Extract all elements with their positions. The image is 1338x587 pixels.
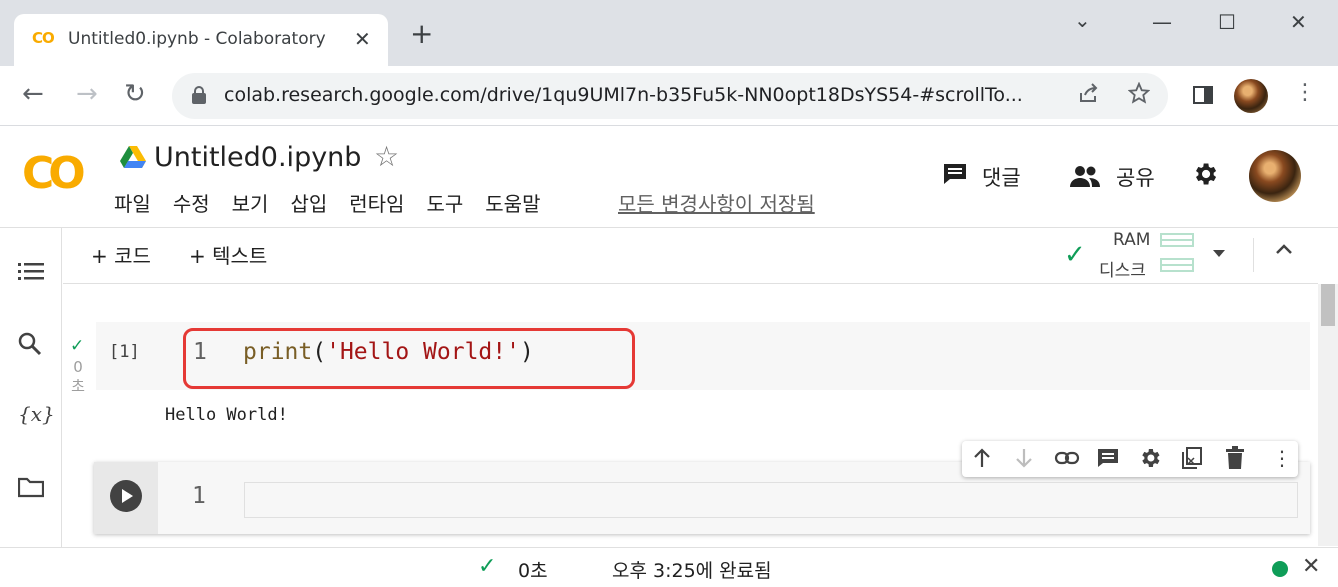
menu-bar: 파일 수정 보기 삽입 런타임 도구 도움말 [114, 188, 562, 217]
variables-icon[interactable]: {x} [18, 402, 55, 426]
execution-time: 0초 [71, 358, 85, 395]
menu-help[interactable]: 도움말 [485, 188, 540, 217]
minimize-button[interactable]: — [1152, 10, 1172, 34]
delete-trash-icon[interactable] [1224, 446, 1246, 475]
table-of-contents-icon[interactable] [18, 260, 44, 288]
status-bar: ✓ 0초 오후 3:25에 완료됨 ✕ [0, 547, 1338, 587]
comment-icon[interactable] [942, 162, 968, 193]
browser-toolbar: ← → ↻ colab.research.google.com/drive/1q… [0, 66, 1338, 126]
files-folder-icon[interactable] [17, 476, 45, 504]
cell-settings-icon[interactable] [1138, 446, 1162, 475]
menu-file[interactable]: 파일 [114, 188, 151, 217]
colab-logo[interactable]: CO [22, 148, 86, 199]
lock-icon[interactable] [192, 86, 206, 104]
code-editor[interactable] [244, 482, 1298, 518]
menu-insert[interactable]: 삽입 [290, 188, 327, 217]
bookmark-star-icon[interactable] [1127, 81, 1151, 110]
menu-runtime[interactable]: 런타임 [349, 188, 404, 217]
side-panel-icon[interactable] [1192, 84, 1214, 112]
ram-label[interactable]: RAM [1113, 230, 1150, 250]
add-text-cell-button[interactable]: + 텍스트 [189, 240, 267, 269]
google-drive-icon[interactable] [120, 146, 146, 168]
status-close-icon[interactable]: ✕ [1302, 554, 1320, 579]
colab-favicon-icon: CO [32, 29, 55, 47]
execution-success-icon: ✓ [70, 336, 85, 356]
tab-search-dropdown-icon[interactable]: ⌄ [1074, 8, 1091, 32]
browser-tab-strip: CO Untitled0.ipynb - Colaboratory ✕ + ⌄ … [0, 0, 1338, 66]
cell-toolbar: ⋮ [962, 441, 1298, 477]
runtime-dropdown-icon[interactable] [1213, 250, 1225, 257]
url-text[interactable]: colab.research.google.com/drive/1qu9UMl7… [224, 84, 1023, 106]
notebook-toolbar: + 코드 + 텍스트 ✓ RAM 디스크 [63, 228, 1318, 284]
scrollbar-thumb[interactable] [1321, 284, 1335, 326]
share-button[interactable]: 공유 [1116, 162, 1155, 192]
share-page-icon[interactable] [1078, 82, 1100, 110]
cell-output: Hello World! [165, 405, 288, 425]
more-options-icon[interactable]: ⋮ [1272, 446, 1292, 470]
tab-close-icon[interactable]: ✕ [354, 27, 371, 51]
menu-tools[interactable]: 도구 [426, 188, 463, 217]
connected-check-icon[interactable]: ✓ [1064, 240, 1086, 270]
search-icon[interactable] [18, 332, 42, 362]
settings-gear-icon[interactable] [1191, 160, 1219, 195]
mirror-cell-icon[interactable] [1180, 446, 1204, 475]
move-down-icon[interactable] [1014, 446, 1034, 475]
add-code-cell-button[interactable]: + 코드 [91, 240, 151, 269]
execution-count[interactable]: [1] [109, 342, 140, 362]
ram-usage-bar[interactable] [1160, 233, 1194, 247]
reload-button[interactable]: ↻ [124, 80, 146, 108]
highlight-annotation-box [183, 328, 635, 389]
comment-icon[interactable] [1096, 446, 1120, 475]
execution-duration[interactable]: 0초 [518, 556, 548, 583]
forward-button[interactable]: → [76, 80, 98, 108]
user-avatar[interactable] [1249, 150, 1301, 202]
line-number: 1 [192, 483, 206, 509]
status-check-icon: ✓ [478, 554, 497, 579]
share-people-icon[interactable] [1070, 164, 1100, 194]
notebook-title[interactable]: Untitled0.ipynb [154, 142, 361, 173]
colab-header: CO Untitled0.ipynb ☆ 파일 수정 보기 삽입 런타임 도구 … [0, 126, 1338, 228]
toolbar-divider [1253, 238, 1254, 272]
back-button[interactable]: ← [22, 80, 44, 108]
collapse-header-icon[interactable] [1273, 238, 1295, 266]
link-icon[interactable] [1054, 446, 1080, 475]
completion-time[interactable]: 오후 3:25에 완료됨 [612, 556, 772, 583]
maximize-button[interactable]: ☐ [1218, 10, 1236, 34]
window-close-button[interactable]: ✕ [1290, 10, 1307, 34]
browser-profile-avatar[interactable] [1234, 79, 1268, 113]
connection-status-dot-icon[interactable] [1272, 561, 1288, 577]
address-bar[interactable]: colab.research.google.com/drive/1qu9UMl7… [172, 73, 1168, 119]
disk-usage-bar[interactable] [1160, 258, 1194, 272]
new-tab-button[interactable]: + [410, 20, 433, 48]
run-cell-button[interactable] [110, 480, 142, 512]
move-up-icon[interactable] [972, 446, 992, 475]
comment-button[interactable]: 댓글 [982, 162, 1021, 192]
browser-menu-icon[interactable]: ⋮ [1294, 80, 1316, 105]
save-status-link[interactable]: 모든 변경사항이 저장됨 [618, 188, 815, 217]
browser-tab[interactable]: CO Untitled0.ipynb - Colaboratory ✕ [14, 14, 388, 66]
notebook-scrollbar[interactable] [1318, 284, 1338, 546]
star-icon[interactable]: ☆ [374, 140, 399, 173]
menu-view[interactable]: 보기 [232, 188, 269, 217]
left-sidebar: {x} [0, 228, 62, 548]
disk-label[interactable]: 디스크 [1099, 256, 1146, 281]
menu-edit[interactable]: 수정 [173, 188, 210, 217]
run-gutter [94, 462, 158, 534]
tab-title: Untitled0.ipynb - Colaboratory [68, 29, 326, 49]
